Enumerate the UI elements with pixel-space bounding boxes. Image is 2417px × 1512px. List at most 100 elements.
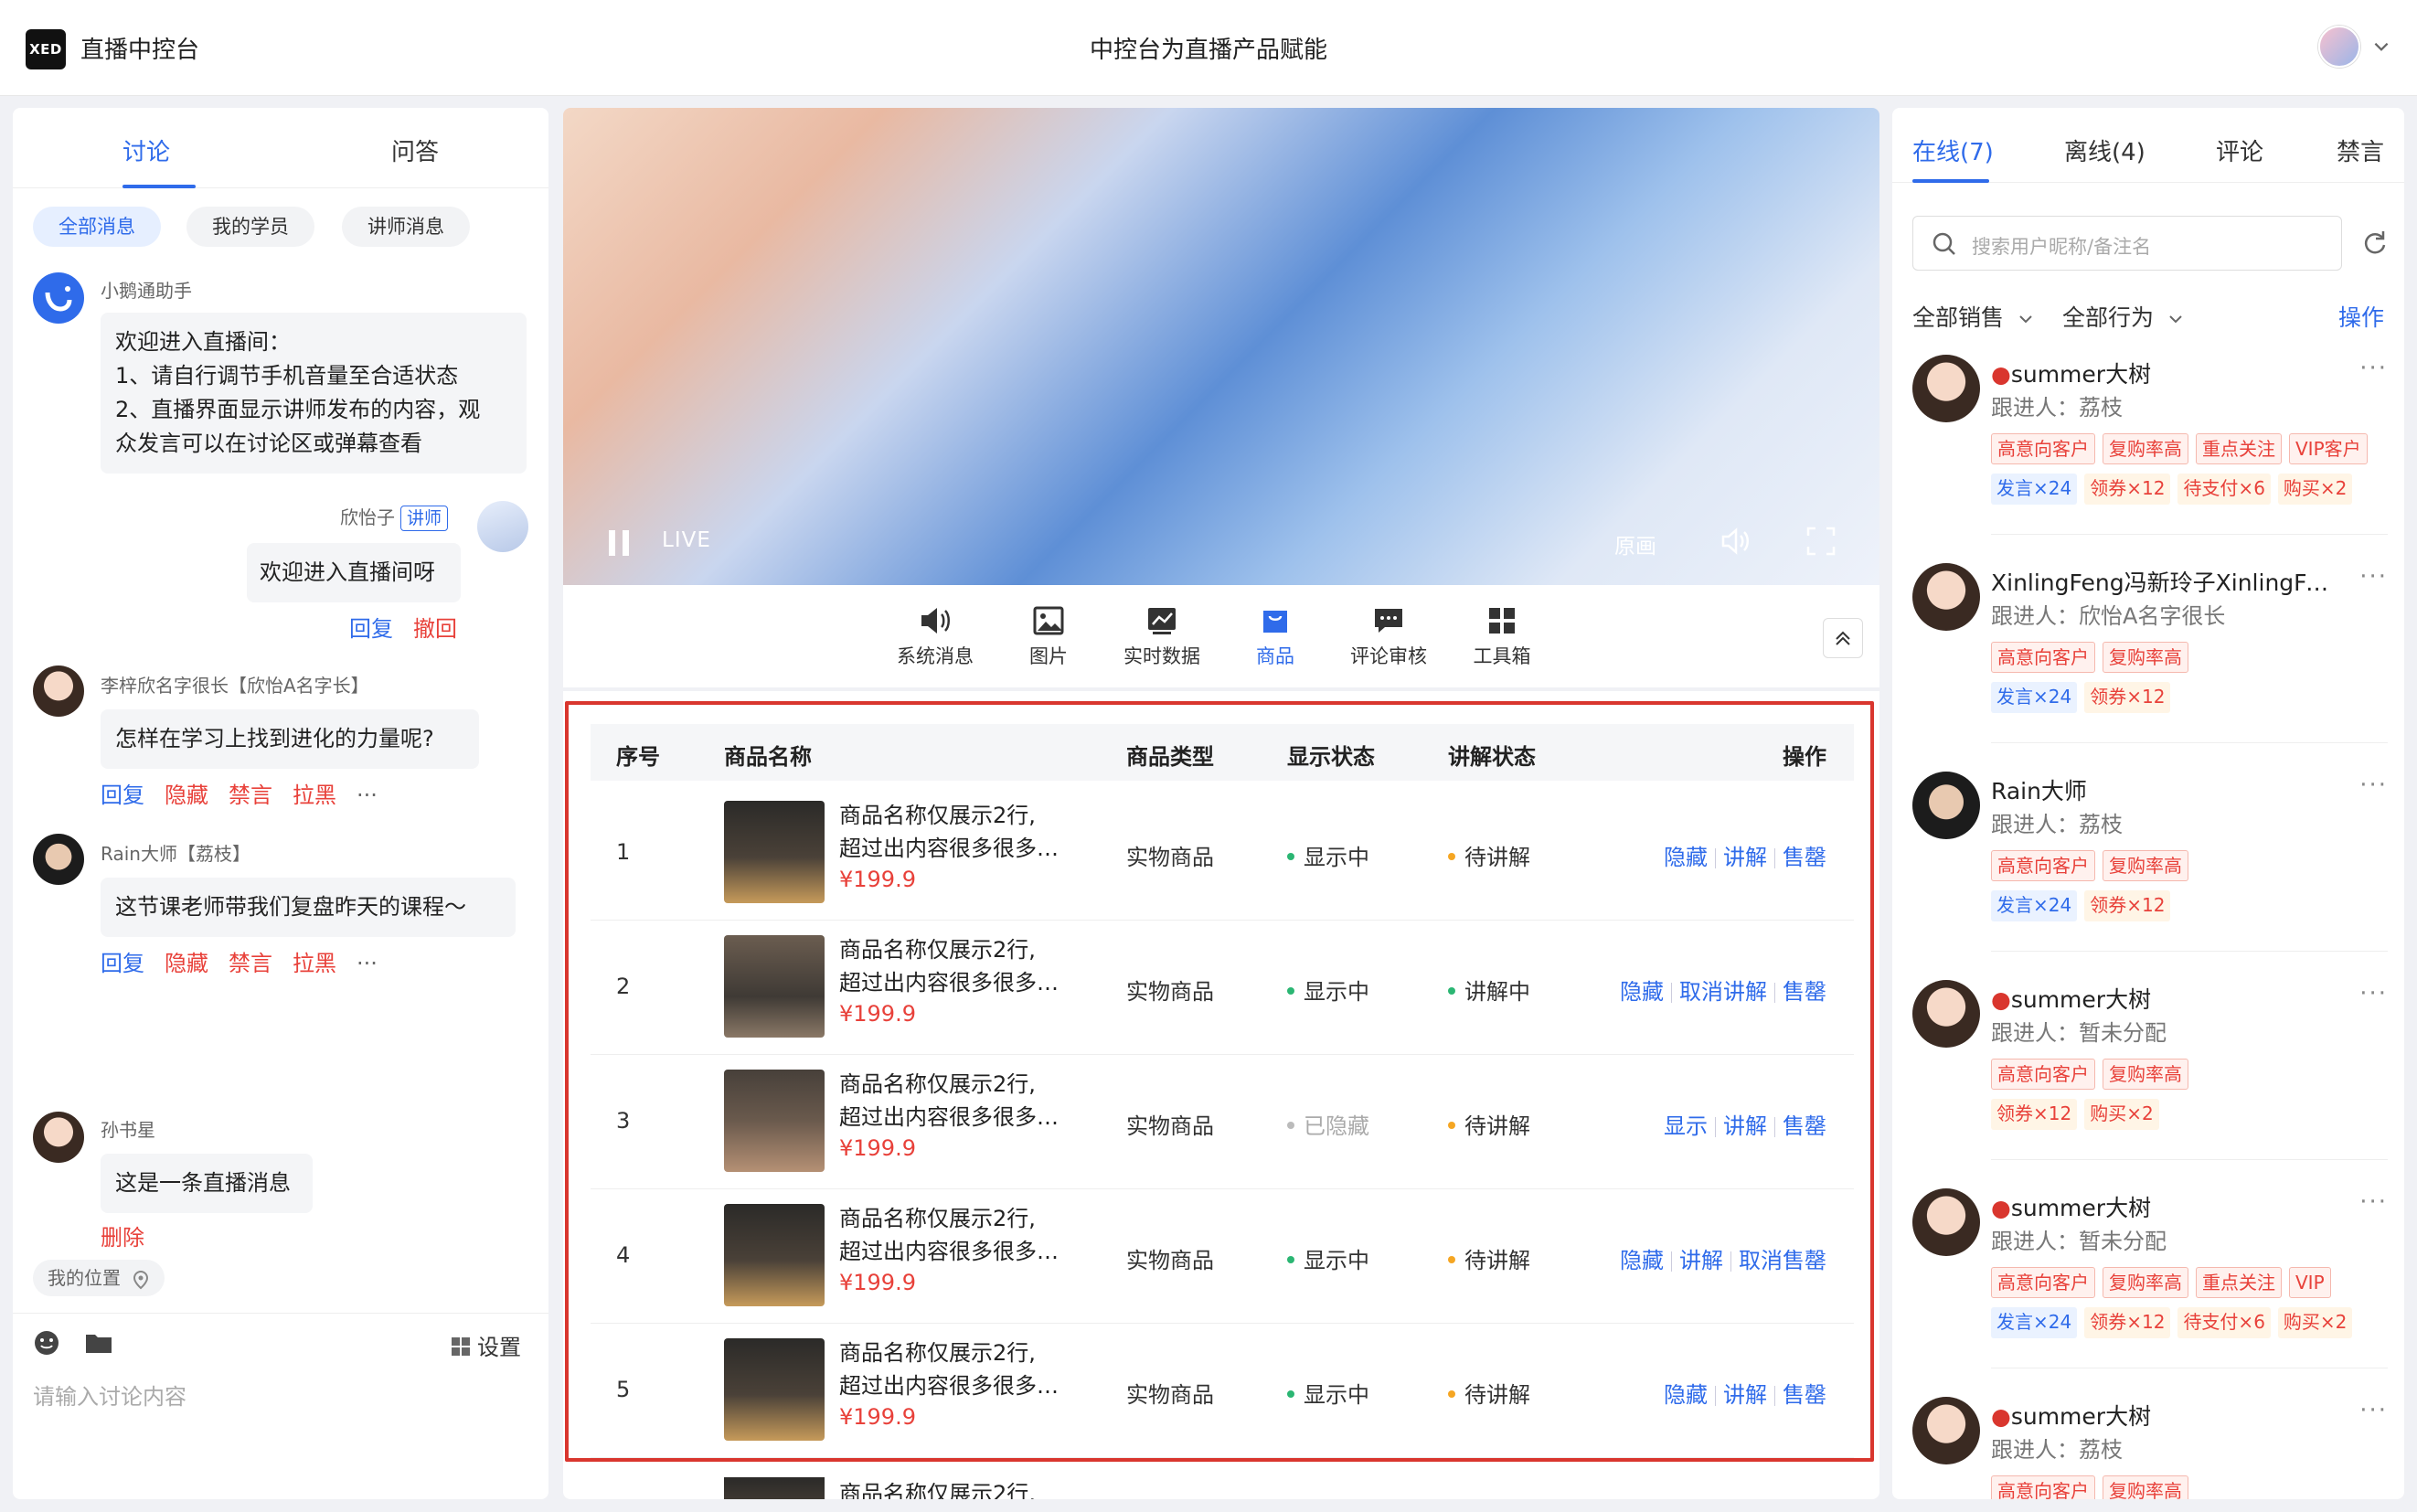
mute-button[interactable]: 禁言 [229, 951, 272, 976]
discussion-input[interactable]: 请输入讨论内容 [33, 1379, 186, 1411]
more-icon[interactable]: ··· [2359, 772, 2388, 799]
message-sender: Rain大师【荔枝】 [101, 843, 250, 865]
user-item[interactable]: ●summer大树 跟进人：荔枝 ··· 高意向客户 复购率高 [1912, 1397, 2388, 1499]
lecture-button[interactable]: 讲解 [1723, 1113, 1767, 1139]
user-avatar [1912, 1397, 1980, 1464]
sold-out-button[interactable]: 售罄 [1783, 1382, 1826, 1408]
collapse-button[interactable] [1823, 618, 1863, 658]
filter-teacher-messages[interactable]: 讲师消息 [342, 207, 470, 247]
tag-list: 高意向客户 复购率高 重点关注 VIP [1991, 1267, 2388, 1298]
more-button[interactable]: ··· [357, 951, 378, 976]
folder-icon[interactable] [84, 1331, 113, 1355]
tool-system-message[interactable]: 系统消息 [885, 605, 985, 669]
user-avatar [1912, 980, 1980, 1048]
tool-image[interactable]: 图片 [998, 605, 1099, 669]
hide-button[interactable]: 隐藏 [1620, 1248, 1664, 1273]
block-button[interactable]: 拉黑 [293, 951, 336, 976]
more-icon[interactable]: ··· [2359, 980, 2388, 1007]
display-status: 显示中 [1287, 1242, 1369, 1274]
block-button[interactable]: 拉黑 [293, 783, 336, 808]
grid-icon [452, 1337, 470, 1356]
tab-online[interactable]: 在线(7) [1912, 133, 1994, 167]
display-status: 已隐藏 [1287, 1108, 1369, 1140]
pause-icon[interactable] [609, 530, 629, 556]
row-operations: 隐藏 讲解 售罄 [1664, 839, 1826, 871]
settings-button[interactable]: 设置 [450, 1329, 521, 1361]
chevron-down-icon[interactable] [2371, 37, 2391, 57]
sold-out-button[interactable]: 售罄 [1783, 979, 1826, 1005]
tab-discussion[interactable]: 讨论 [122, 133, 170, 167]
lecture-button[interactable]: 讲解 [1723, 845, 1767, 870]
app-title: 直播中控台 [80, 37, 200, 64]
lecture-button[interactable]: 讲解 [1723, 1382, 1767, 1408]
hide-button[interactable]: 隐藏 [165, 951, 208, 976]
behavior-filter-dropdown[interactable]: 全部行为 [2062, 300, 2185, 333]
lecture-button[interactable]: 讲解 [1679, 1248, 1723, 1273]
audience-panel: 在线(7) 离线(4) 评论 禁言 搜索用户昵称/备注名 全部销售 全部行为 操… [1892, 108, 2404, 1499]
user-item[interactable]: ●summer大树 跟进人：荔枝 ··· 高意向客户 复购率高 重点关注 VIP客户 … [1912, 355, 2388, 563]
hide-button[interactable]: 隐藏 [165, 783, 208, 808]
cancel-sold-out-button[interactable]: 取消售罄 [1739, 1248, 1826, 1273]
product-type: 实物商品 [1126, 845, 1214, 870]
operate-link[interactable]: 操作 [2338, 300, 2384, 333]
student-avatar [33, 665, 84, 717]
cancel-lecture-button[interactable]: 取消讲解 [1679, 979, 1767, 1005]
more-icon[interactable]: ··· [2359, 563, 2388, 591]
reply-button[interactable]: 回复 [349, 616, 393, 642]
tag-list: 高意向客户 复购率高 [1991, 850, 2388, 881]
user-search-input[interactable]: 搜索用户昵称/备注名 [1912, 216, 2342, 271]
audience-tabs: 在线(7) 离线(4) 评论 禁言 [1892, 108, 2404, 183]
hide-button[interactable]: 隐藏 [1664, 1382, 1708, 1408]
more-icon[interactable]: ··· [2359, 1397, 2388, 1424]
tool-product[interactable]: 商品 [1225, 605, 1326, 669]
tool-toolbox[interactable]: 工具箱 [1452, 605, 1552, 669]
mute-button[interactable]: 禁言 [229, 783, 272, 808]
tool-realtime-data[interactable]: 实时数据 [1112, 605, 1212, 669]
sold-out-button[interactable]: 售罄 [1783, 845, 1826, 870]
fullscreen-icon[interactable] [1805, 525, 1837, 558]
user-item[interactable]: ●summer大树 跟进人：暂未分配 ··· 高意向客户 复购率高 领券×12 购买… [1912, 980, 2388, 1188]
tab-offline[interactable]: 离线(4) [2064, 133, 2145, 167]
filter-all-messages[interactable]: 全部消息 [33, 207, 161, 247]
message-actions: 回复 隐藏 禁言 拉黑 ··· [101, 777, 398, 809]
reply-button[interactable]: 回复 [101, 783, 144, 808]
chevron-down-icon [2169, 315, 2182, 324]
tool-comment-review[interactable]: 评论审核 [1338, 605, 1439, 669]
user-item[interactable]: ●summer大树 跟进人：暂未分配 ··· 高意向客户 复购率高 重点关注 VIP … [1912, 1188, 2388, 1397]
filter-my-students[interactable]: 我的学员 [186, 207, 314, 247]
tab-qa[interactable]: 问答 [391, 133, 439, 167]
hide-button[interactable]: 隐藏 [1664, 845, 1708, 870]
tab-comments[interactable]: 评论 [2216, 133, 2263, 167]
page-title: 中控台为直播产品赋能 [1089, 37, 1327, 64]
display-status: 显示中 [1287, 974, 1369, 1006]
show-button[interactable]: 显示 [1664, 1113, 1708, 1139]
more-icon[interactable]: ··· [2359, 1188, 2388, 1216]
recall-button[interactable]: 撤回 [413, 616, 457, 642]
more-icon[interactable]: ··· [2359, 355, 2388, 382]
follower-label: 跟进人：暂未分配 [1991, 1229, 2167, 1254]
location-chip[interactable]: 我的位置 [33, 1260, 165, 1296]
live-video-player[interactable]: LIVE 原画 [563, 108, 1879, 585]
product-thumbnail [724, 1204, 825, 1306]
tag-list: 高意向客户 复购率高 [1991, 642, 2388, 673]
emoji-icon[interactable] [33, 1329, 60, 1357]
delete-button[interactable]: 删除 [101, 1225, 144, 1251]
user-avatar [1912, 355, 1980, 422]
tab-muted[interactable]: 禁言 [2337, 133, 2384, 167]
message-actions: 回复 撤回 [349, 611, 477, 643]
quality-button[interactable]: 原画 [1614, 528, 1656, 559]
sold-out-button[interactable]: 售罄 [1783, 1113, 1826, 1139]
user-avatar[interactable] [2318, 26, 2360, 68]
sales-filter-dropdown[interactable]: 全部销售 [1912, 300, 2035, 333]
user-avatar [1912, 1188, 1980, 1256]
user-item[interactable]: XinlingFeng冯新玲子XinlingFeng 跟进人：欣怡A名字很长 ·… [1912, 563, 2388, 772]
toolbar: 系统消息 图片 实时数据 商品 评论审核 工具箱 [563, 585, 1879, 687]
reply-button[interactable]: 回复 [101, 951, 144, 976]
user-item[interactable]: Rain大师 跟进人：荔枝 ··· 高意向客户 复购率高 发言×24 领券×12 [1912, 772, 2388, 980]
tag-list: 发言×24 领券×12 待支付×6 购买×2 [1991, 1307, 2388, 1338]
more-button[interactable]: ··· [357, 783, 378, 808]
hide-button[interactable]: 隐藏 [1620, 979, 1664, 1005]
top-bar: XED 直播中控台 中控台为直播产品赋能 [0, 0, 2417, 96]
refresh-icon[interactable] [2360, 229, 2388, 256]
volume-icon[interactable] [1719, 525, 1752, 558]
